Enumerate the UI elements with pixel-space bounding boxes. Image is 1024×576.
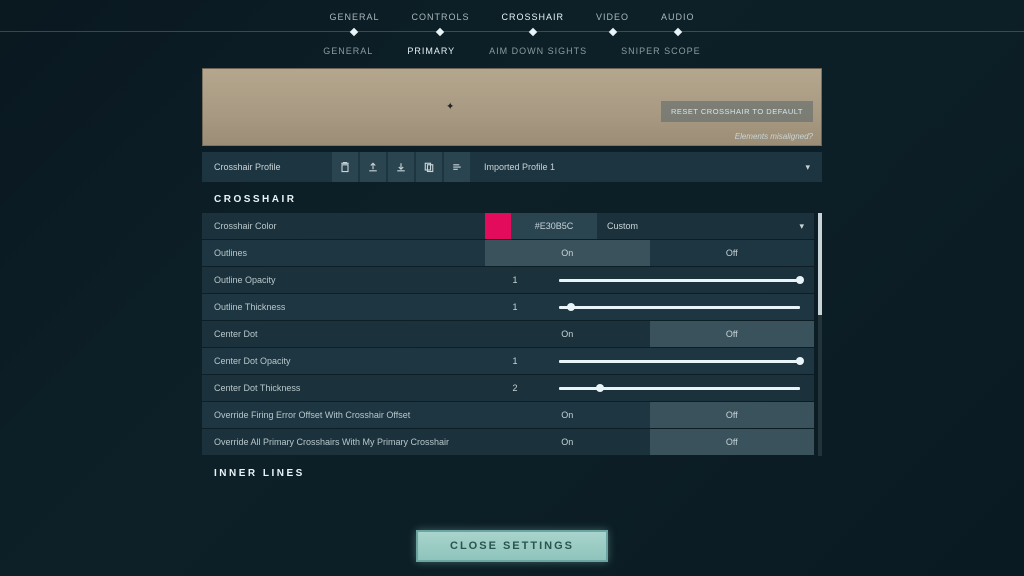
row-crosshair-color: Crosshair Color #E30B5C Custom▾ (202, 213, 814, 239)
label-center-dot-thickness: Center Dot Thickness (202, 383, 485, 393)
chevron-down-icon: ▾ (799, 221, 804, 232)
subtab-primary[interactable]: PRIMARY (393, 42, 469, 60)
override-all-on[interactable]: On (485, 429, 650, 455)
tab-video[interactable]: VIDEO (580, 8, 645, 32)
outline-opacity-slider[interactable] (559, 279, 800, 282)
label-outline-opacity: Outline Opacity (202, 275, 485, 285)
main-tabs: GENERAL CONTROLS CROSSHAIR VIDEO AUDIO (0, 0, 1024, 32)
label-outline-thickness: Outline Thickness (202, 302, 485, 312)
row-outline-thickness: Outline Thickness 1 (202, 294, 814, 320)
tab-audio[interactable]: AUDIO (645, 8, 711, 32)
import-profile-icon[interactable] (388, 152, 414, 182)
reset-crosshair-button[interactable]: RESET CROSSHAIR TO DEFAULT (661, 101, 813, 122)
export-profile-icon[interactable] (360, 152, 386, 182)
subtab-general[interactable]: GENERAL (309, 42, 387, 60)
delete-profile-icon[interactable] (332, 152, 358, 182)
scrollbar[interactable] (818, 213, 822, 456)
label-color: Crosshair Color (202, 221, 485, 231)
outline-opacity-value: 1 (485, 275, 545, 285)
row-outlines: Outlines On Off (202, 240, 814, 266)
override-firing-on[interactable]: On (485, 402, 650, 428)
label-outlines: Outlines (202, 248, 485, 258)
misaligned-link[interactable]: Elements misaligned? (735, 132, 813, 141)
center-dot-opacity-value: 1 (485, 356, 545, 366)
row-outline-opacity: Outline Opacity 1 (202, 267, 814, 293)
section-inner-lines-header: INNER LINES (202, 456, 822, 487)
edit-profile-icon[interactable] (444, 152, 470, 182)
section-crosshair-header: CROSSHAIR (202, 182, 822, 213)
close-settings-button[interactable]: CLOSE SETTINGS (416, 530, 608, 562)
center-dot-on[interactable]: On (485, 321, 650, 347)
profile-label: Crosshair Profile (202, 162, 332, 172)
tab-crosshair[interactable]: CROSSHAIR (485, 8, 580, 32)
chevron-down-icon: ▾ (805, 162, 810, 173)
row-override-firing: Override Firing Error Offset With Crossh… (202, 402, 814, 428)
tab-controls[interactable]: CONTROLS (395, 8, 485, 32)
subtab-sniper[interactable]: SNIPER SCOPE (607, 42, 715, 60)
row-center-dot-opacity: Center Dot Opacity 1 (202, 348, 814, 374)
center-dot-thickness-value: 2 (485, 383, 545, 393)
row-override-all: Override All Primary Crosshairs With My … (202, 429, 814, 455)
override-firing-off[interactable]: Off (650, 402, 815, 428)
sub-tabs: GENERAL PRIMARY AIM DOWN SIGHTS SNIPER S… (0, 32, 1024, 68)
profile-row: Crosshair Profile Imported Profile 1 ▾ (202, 152, 822, 182)
copy-profile-icon[interactable] (416, 152, 442, 182)
row-center-dot-thickness: Center Dot Thickness 2 (202, 375, 814, 401)
profile-dropdown[interactable]: Imported Profile 1 ▾ (472, 162, 822, 173)
outlines-off[interactable]: Off (650, 240, 815, 266)
center-dot-thickness-slider[interactable] (559, 387, 800, 390)
profile-value: Imported Profile 1 (484, 162, 555, 172)
crosshair-icon: ✦ (446, 102, 454, 113)
crosshair-preview-panel: ✦ RESET CROSSHAIR TO DEFAULT Elements mi… (202, 68, 822, 146)
label-center-dot: Center Dot (202, 329, 485, 339)
center-dot-opacity-slider[interactable] (559, 360, 800, 363)
color-code-input[interactable]: #E30B5C (511, 213, 597, 239)
row-center-dot: Center Dot On Off (202, 321, 814, 347)
label-override-firing: Override Firing Error Offset With Crossh… (202, 410, 485, 420)
tab-general[interactable]: GENERAL (313, 8, 395, 32)
outline-thickness-value: 1 (485, 302, 545, 312)
outlines-on[interactable]: On (485, 240, 650, 266)
subtab-ads[interactable]: AIM DOWN SIGHTS (475, 42, 601, 60)
override-all-off[interactable]: Off (650, 429, 815, 455)
label-center-dot-opacity: Center Dot Opacity (202, 356, 485, 366)
outline-thickness-slider[interactable] (559, 306, 800, 309)
color-swatch[interactable] (485, 213, 511, 239)
center-dot-off[interactable]: Off (650, 321, 815, 347)
color-mode-dropdown[interactable]: Custom▾ (597, 213, 814, 239)
label-override-all: Override All Primary Crosshairs With My … (202, 437, 485, 447)
